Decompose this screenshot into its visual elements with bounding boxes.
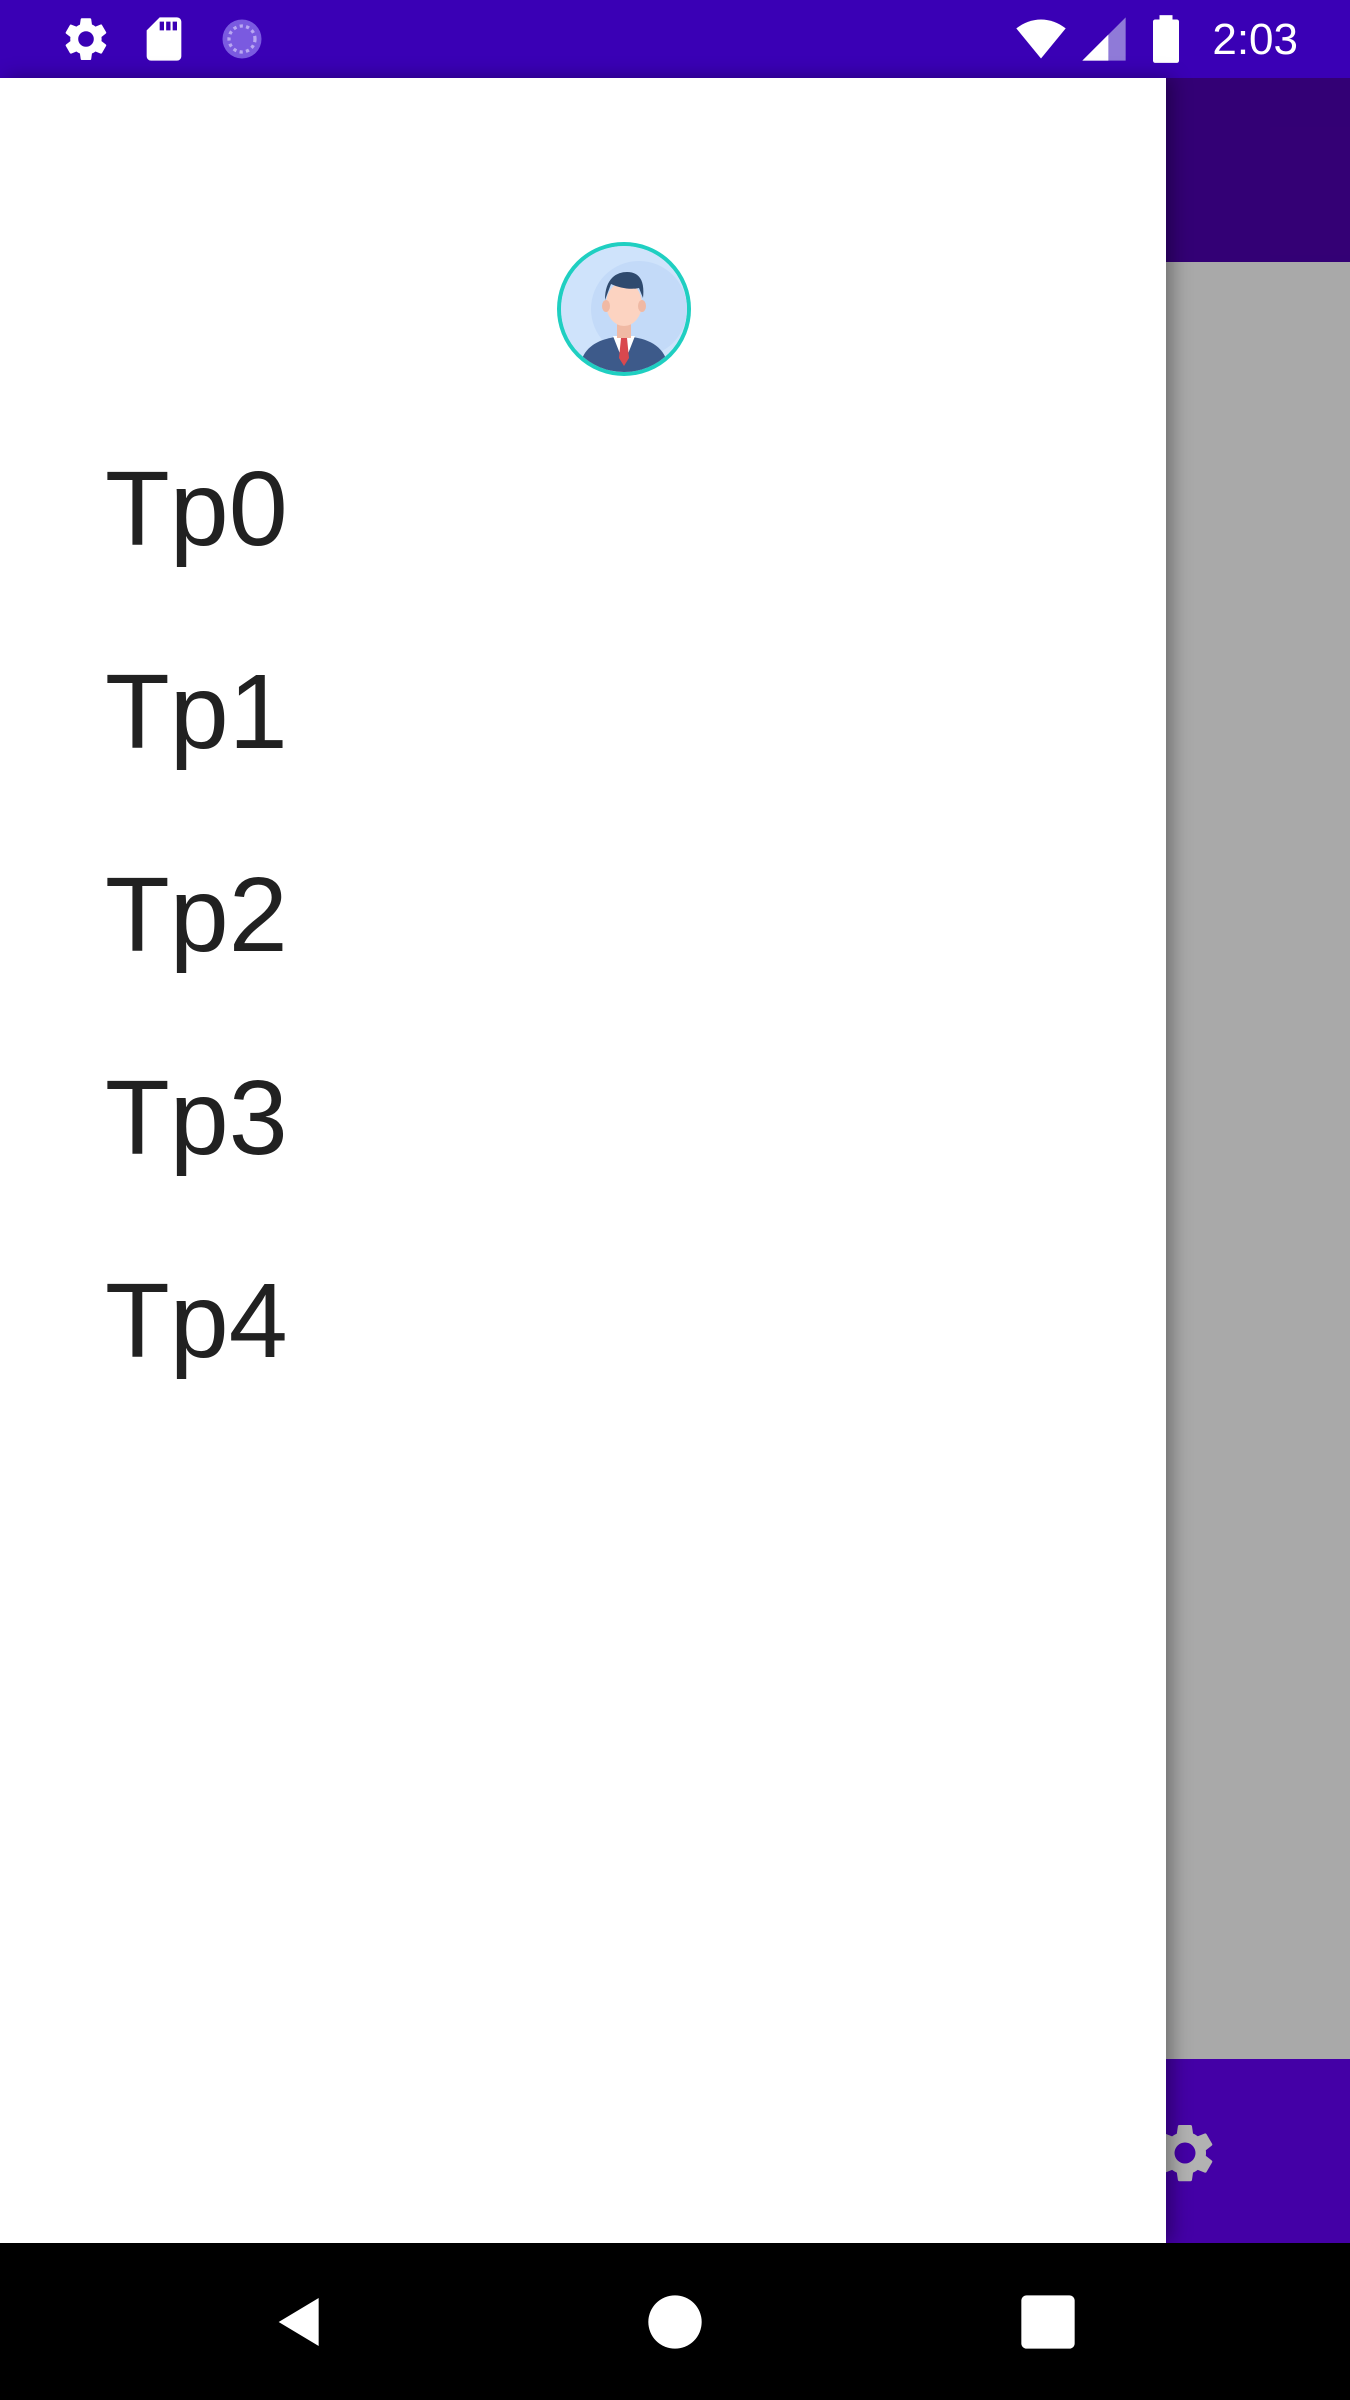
sd-card-icon — [146, 17, 182, 61]
status-bar: 2:03 — [0, 0, 1350, 78]
menu-item-tp2[interactable]: Tp2 — [0, 814, 1166, 1017]
navigation-drawer: Tp0 Tp1 Tp2 Tp3 Tp4 — [0, 78, 1166, 2243]
wifi-icon — [1016, 19, 1066, 59]
avatar-illustration — [561, 246, 687, 372]
battery-icon — [1153, 15, 1179, 63]
menu-item-tp3[interactable]: Tp3 — [0, 1017, 1166, 1220]
menu-item-label: Tp3 — [105, 1059, 288, 1177]
recents-icon[interactable] — [1016, 2290, 1080, 2354]
businessman-avatar-icon[interactable] — [557, 242, 691, 376]
menu-item-label: Tp0 — [105, 450, 288, 568]
menu-item-label: Tp1 — [105, 653, 288, 771]
status-time: 2:03 — [1212, 15, 1298, 64]
cell-signal-icon — [1082, 17, 1126, 61]
drawer-menu: Tp0 Tp1 Tp2 Tp3 Tp4 — [0, 408, 1166, 1423]
back-icon[interactable] — [268, 2290, 332, 2354]
sync-icon — [222, 19, 262, 59]
menu-item-label: Tp2 — [105, 856, 288, 974]
gear-icon — [65, 18, 107, 60]
menu-item-tp0[interactable]: Tp0 — [0, 408, 1166, 611]
menu-item-tp4[interactable]: Tp4 — [0, 1220, 1166, 1423]
home-icon[interactable] — [643, 2290, 707, 2354]
menu-item-label: Tp4 — [105, 1262, 288, 1380]
menu-item-tp1[interactable]: Tp1 — [0, 611, 1166, 814]
